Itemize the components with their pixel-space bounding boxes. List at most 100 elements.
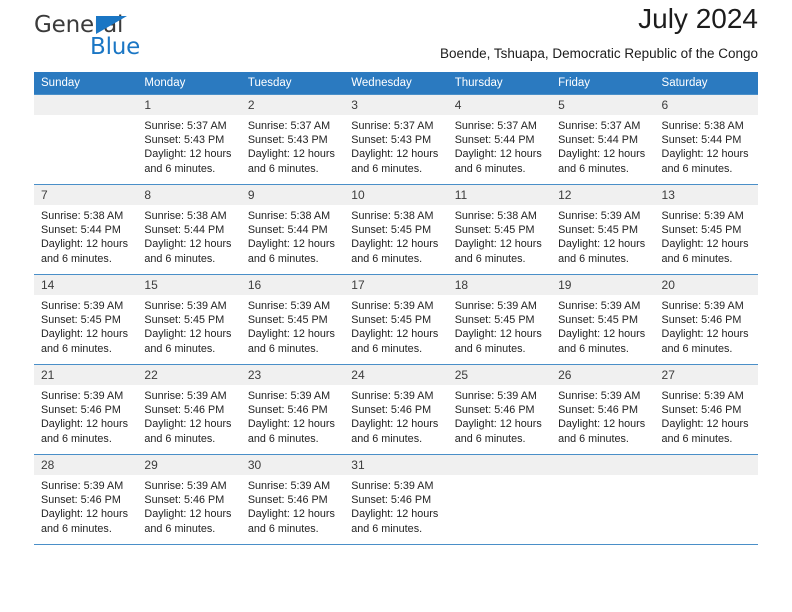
day-sun-info: Sunrise: 5:39 AM Sunset: 5:45 PM Daylight:…	[34, 295, 137, 356]
calendar-day-cell[interactable]: 10 Sunrise: 5:38 AM Sunset: 5:45 PM Dayligh…	[344, 184, 448, 275]
daylight-text-line1: Daylight: 12 hours	[144, 508, 232, 521]
sunset-text: Sunset: 5:45 PM	[558, 314, 638, 327]
day-sun-info: Sunrise: 5:37 AM Sunset: 5:43 PM Daylight:…	[137, 115, 240, 176]
calendar-day-cell[interactable]: 22 Sunrise: 5:39 AM Sunset: 5:46 PM Dayligh…	[137, 364, 241, 455]
calendar-day-cell[interactable]: 5 Sunrise: 5:37 AM Sunset: 5:44 PM Daylight…	[551, 94, 655, 185]
daylight-text-line1: Daylight: 12 hours	[41, 328, 129, 341]
sunrise-text: Sunrise: 5:37 AM	[351, 120, 434, 132]
day-number: 13	[654, 185, 758, 205]
daylight-text-line2: and 6 minutes.	[661, 162, 733, 175]
day-number: 14	[34, 275, 138, 295]
sunset-text: Sunset: 5:46 PM	[144, 494, 225, 507]
calendar-day-cell[interactable]: 28 Sunrise: 5:39 AM Sunset: 5:46 PM Dayligh…	[34, 454, 138, 545]
daylight-text-line2: and 6 minutes.	[247, 432, 319, 445]
sunset-text: Sunset: 5:45 PM	[661, 224, 742, 237]
calendar-day-cell[interactable]: 3 Sunrise: 5:37 AM Sunset: 5:43 PM Daylight…	[344, 94, 448, 185]
calendar-day-cell[interactable]: 12 Sunrise: 5:39 AM Sunset: 5:45 PM Dayligh…	[551, 184, 655, 275]
calendar-day-cell[interactable]: 27 Sunrise: 5:39 AM Sunset: 5:46 PM Dayligh…	[654, 364, 758, 455]
day-sun-info: Sunrise: 5:37 AM Sunset: 5:43 PM Daylight:…	[241, 115, 344, 176]
calendar-body: 1 Sunrise: 5:37 AM Sunset: 5:43 PM Daylight…	[34, 94, 758, 545]
calendar-day-cell[interactable]: 9 Sunrise: 5:38 AM Sunset: 5:44 PM Daylight…	[240, 184, 345, 275]
daylight-text-line1: Daylight: 12 hours	[351, 328, 439, 341]
day-number: 20	[654, 275, 758, 295]
calendar-day-cell[interactable]: 23 Sunrise: 5:39 AM Sunset: 5:46 PM Dayligh…	[240, 364, 345, 455]
daylight-text-line1: Daylight: 12 hours	[144, 328, 232, 341]
daylight-text-line2: and 6 minutes.	[661, 432, 733, 445]
sunrise-text: Sunrise: 5:38 AM	[41, 210, 124, 222]
calendar-day-cell[interactable]: 18 Sunrise: 5:39 AM Sunset: 5:45 PM Dayligh…	[447, 274, 552, 365]
calendar-day-cell[interactable]: 1 Sunrise: 5:37 AM Sunset: 5:43 PM Daylight…	[137, 94, 241, 185]
calendar-day-cell[interactable]: 8 Sunrise: 5:38 AM Sunset: 5:44 PM Daylight…	[137, 184, 241, 275]
day-sun-info: Sunrise: 5:39 AM Sunset: 5:46 PM Daylight:…	[137, 385, 240, 446]
sunset-text: Sunset: 5:46 PM	[661, 314, 742, 327]
sunset-text: Sunset: 5:45 PM	[454, 314, 535, 327]
day-sun-info: Sunrise: 5:38 AM Sunset: 5:44 PM Daylight:…	[655, 115, 758, 176]
sunset-text: Sunset: 5:45 PM	[247, 314, 328, 327]
day-number: 31	[344, 455, 448, 475]
day-number: 17	[344, 275, 448, 295]
day-sun-info: Sunrise: 5:37 AM Sunset: 5:44 PM Daylight:…	[448, 115, 551, 176]
daylight-text-line2: and 6 minutes.	[351, 432, 423, 445]
calendar-day-cell[interactable]: 21 Sunrise: 5:39 AM Sunset: 5:46 PM Dayligh…	[34, 364, 138, 455]
calendar-day-cell[interactable]: 15 Sunrise: 5:39 AM Sunset: 5:45 PM Dayligh…	[137, 274, 241, 365]
sunset-text: Sunset: 5:46 PM	[247, 404, 328, 417]
sunrise-text: Sunrise: 5:37 AM	[144, 120, 227, 132]
sunset-text: Sunset: 5:45 PM	[351, 224, 432, 237]
calendar-day-cell[interactable]: 25 Sunrise: 5:39 AM Sunset: 5:46 PM Dayligh…	[447, 364, 552, 455]
day-number: 11	[447, 185, 552, 205]
calendar-week-row: 7 Sunrise: 5:38 AM Sunset: 5:44 PM Daylight…	[34, 184, 758, 275]
calendar-day-cell[interactable]: 7 Sunrise: 5:38 AM Sunset: 5:44 PM Daylight…	[34, 184, 138, 275]
sunset-text: Sunset: 5:44 PM	[454, 134, 535, 147]
weekday-header-friday: Friday	[551, 72, 655, 95]
calendar-day-cell[interactable]: 31 Sunrise: 5:39 AM Sunset: 5:46 PM Dayligh…	[344, 454, 448, 545]
daylight-text-line2: and 6 minutes.	[144, 342, 216, 355]
daylight-text-line2: and 6 minutes.	[247, 162, 319, 175]
sunrise-text: Sunrise: 5:39 AM	[41, 300, 124, 312]
calendar-day-cell[interactable]: 16 Sunrise: 5:39 AM Sunset: 5:45 PM Dayligh…	[240, 274, 345, 365]
daylight-text-line2: and 6 minutes.	[558, 432, 629, 445]
calendar-day-cell[interactable]: 24 Sunrise: 5:39 AM Sunset: 5:46 PM Dayligh…	[344, 364, 448, 455]
sunset-text: Sunset: 5:46 PM	[247, 494, 328, 507]
daylight-text-line2: and 6 minutes.	[454, 252, 526, 265]
sunset-text: Sunset: 5:44 PM	[41, 224, 121, 237]
title-block: July 2024 Boende, Tshuapa, Democratic Re…	[440, 0, 758, 64]
sunset-text: Sunset: 5:46 PM	[454, 404, 535, 417]
daylight-text-line1: Daylight: 12 hours	[558, 418, 646, 431]
weekday-header-monday: Monday	[137, 72, 241, 95]
calendar-day-cell[interactable]: 2 Sunrise: 5:37 AM Sunset: 5:43 PM Daylight…	[240, 94, 345, 185]
calendar-day-cell-empty	[654, 454, 758, 545]
day-sun-info: Sunrise: 5:39 AM Sunset: 5:46 PM Daylight:…	[137, 475, 240, 536]
calendar-day-cell[interactable]: 30 Sunrise: 5:39 AM Sunset: 5:46 PM Dayligh…	[240, 454, 345, 545]
daylight-text-line2: and 6 minutes.	[351, 252, 423, 265]
sunset-text: Sunset: 5:46 PM	[351, 404, 432, 417]
sunrise-text: Sunrise: 5:39 AM	[454, 300, 537, 312]
day-sun-info: Sunrise: 5:39 AM Sunset: 5:46 PM Daylight:…	[344, 385, 447, 446]
calendar-day-cell[interactable]: 6 Sunrise: 5:38 AM Sunset: 5:44 PM Daylight…	[654, 94, 758, 185]
calendar-day-cell[interactable]: 19 Sunrise: 5:39 AM Sunset: 5:45 PM Dayligh…	[551, 274, 655, 365]
calendar-day-cell[interactable]: 17 Sunrise: 5:39 AM Sunset: 5:45 PM Dayligh…	[344, 274, 448, 365]
sunset-text: Sunset: 5:44 PM	[144, 224, 225, 237]
sunset-text: Sunset: 5:45 PM	[454, 224, 535, 237]
weekday-header-saturday: Saturday	[654, 72, 758, 95]
calendar-day-cell[interactable]: 4 Sunrise: 5:37 AM Sunset: 5:44 PM Daylight…	[447, 94, 552, 185]
calendar-day-cell[interactable]: 11 Sunrise: 5:38 AM Sunset: 5:45 PM Dayligh…	[447, 184, 552, 275]
calendar-day-cell[interactable]: 20 Sunrise: 5:39 AM Sunset: 5:46 PM Dayligh…	[654, 274, 758, 365]
day-sun-info: Sunrise: 5:39 AM Sunset: 5:46 PM Daylight:…	[241, 475, 344, 536]
day-sun-info: Sunrise: 5:39 AM Sunset: 5:46 PM Daylight:…	[655, 385, 758, 446]
calendar-day-cell[interactable]: 29 Sunrise: 5:39 AM Sunset: 5:46 PM Dayligh…	[137, 454, 241, 545]
day-sun-info: Sunrise: 5:38 AM Sunset: 5:44 PM Daylight:…	[241, 205, 344, 266]
calendar-header-row: Sunday Monday Tuesday Wednesday Thursday Frid…	[34, 72, 758, 95]
sunrise-text: Sunrise: 5:39 AM	[558, 300, 641, 312]
calendar-day-cell[interactable]: 14 Sunrise: 5:39 AM Sunset: 5:45 PM Dayligh…	[34, 274, 138, 365]
day-sun-info: Sunrise: 5:39 AM Sunset: 5:46 PM Daylight:…	[34, 475, 137, 536]
day-sun-info: Sunrise: 5:39 AM Sunset: 5:46 PM Daylight:…	[34, 385, 137, 446]
calendar-day-cell[interactable]: 13 Sunrise: 5:39 AM Sunset: 5:45 PM Dayligh…	[654, 184, 758, 275]
daylight-text-line1: Daylight: 12 hours	[247, 508, 335, 521]
calendar-week-row: 21 Sunrise: 5:39 AM Sunset: 5:46 PM Dayligh…	[34, 364, 758, 455]
day-number: 18	[447, 275, 552, 295]
calendar-day-cell[interactable]: 26 Sunrise: 5:39 AM Sunset: 5:46 PM Dayligh…	[551, 364, 655, 455]
day-number	[447, 455, 552, 475]
day-number: 15	[137, 275, 241, 295]
page-subtitle: Boende, Tshuapa, Democratic Republic of …	[440, 46, 758, 61]
sunrise-text: Sunrise: 5:39 AM	[558, 390, 641, 402]
